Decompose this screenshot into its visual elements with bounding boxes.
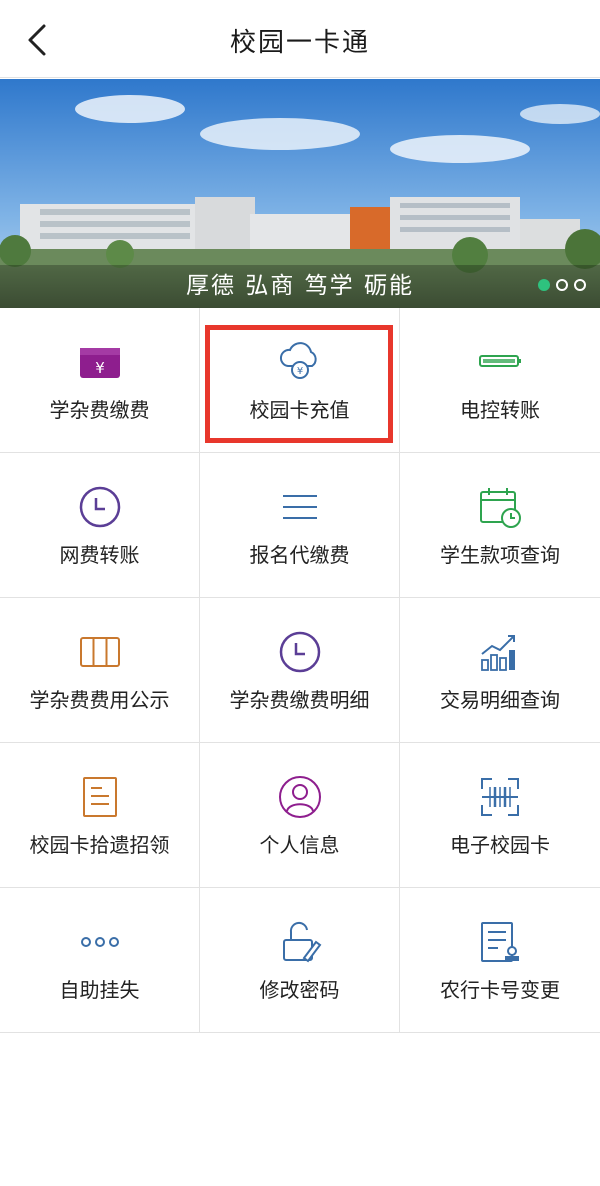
menu-label: 学生款项查询 — [440, 543, 560, 567]
registration-fee-button[interactable]: 报名代缴费 — [200, 453, 400, 598]
e-campus-card-button[interactable]: 电子校园卡 — [400, 743, 600, 888]
campus-banner[interactable]: 厚德 弘商 笃学 砺能 — [0, 79, 600, 308]
menu-label: 校园卡拾遗招领 — [29, 833, 170, 857]
menu-label: 校园卡充值 — [249, 398, 350, 422]
calendar-clock-icon — [480, 488, 521, 528]
menu-label: 电子校园卡 — [450, 833, 550, 857]
document-icon — [83, 777, 117, 817]
student-funds-query-button[interactable]: 学生款项查询 — [400, 453, 600, 598]
wallet-yen-icon: ¥ — [80, 348, 120, 378]
menu-label: 电控转账 — [460, 398, 540, 422]
payment-detail-button[interactable]: 学杂费缴费明细 — [200, 598, 400, 743]
menu-label: 学杂费费用公示 — [29, 688, 170, 712]
grid-row-4: 校园卡拾遗招领 个人信息 电子校园卡 — [0, 743, 600, 888]
growth-chart-icon — [481, 635, 515, 671]
card-recharge-button[interactable]: ¥ 校园卡充值 — [200, 308, 400, 453]
grid-row-2: 网费转账 报名代缴费 学生款项查询 — [0, 453, 600, 598]
menu-label: 个人信息 — [259, 833, 340, 857]
cloud-yen-icon: ¥ — [279, 342, 317, 379]
internet-fee-button[interactable]: 网费转账 — [0, 453, 200, 598]
menu-label: 农行卡号变更 — [440, 978, 560, 1002]
grid-row-3: 学杂费费用公示 学杂费缴费明细 交易明细查询 — [0, 598, 600, 743]
carousel-indicator[interactable] — [538, 279, 586, 291]
svg-text:¥: ¥ — [95, 359, 105, 377]
list-icon — [283, 495, 317, 519]
tuition-payment-button[interactable]: ¥ 学杂费缴费 — [0, 308, 200, 453]
report-loss-button[interactable]: 自助挂失 — [0, 888, 200, 1033]
banner-caption: 厚德 弘商 笃学 砺能 — [0, 265, 600, 308]
power-transfer-button[interactable]: 电控转账 — [400, 308, 600, 453]
carousel-dot-3[interactable] — [574, 279, 586, 291]
scan-icon — [481, 778, 519, 816]
menu-label: 学杂费缴费明细 — [229, 688, 370, 712]
menu-label: 网费转账 — [59, 543, 140, 567]
transaction-query-button[interactable]: 交易明细查询 — [400, 598, 600, 743]
carousel-dot-2[interactable] — [556, 279, 568, 291]
carousel-dot-1[interactable] — [538, 279, 550, 291]
user-icon — [279, 776, 321, 818]
battery-icon — [479, 355, 521, 367]
fee-notice-button[interactable]: 学杂费费用公示 — [0, 598, 200, 743]
change-password-button[interactable]: 修改密码 — [200, 888, 400, 1033]
grid-row-5: 自助挂失 修改密码 农行卡号变更 — [0, 888, 600, 1033]
menu-label: 报名代缴费 — [249, 543, 350, 567]
service-grid: ¥ 学杂费缴费 ¥ 校园卡充值 电控转账 网费转账 报名代缴费 学生款项查询 学… — [0, 308, 600, 1033]
svg-text:¥: ¥ — [297, 366, 303, 377]
abc-card-change-button[interactable]: 农行卡号变更 — [400, 888, 600, 1033]
top-nav-bar: 校园一卡通 — [0, 0, 600, 78]
clock-icon — [79, 486, 121, 528]
columns-icon — [80, 637, 120, 667]
page-title: 校园一卡通 — [229, 28, 370, 58]
more-dots-icon — [81, 937, 119, 947]
grid-row-1: ¥ 学杂费缴费 ¥ 校园卡充值 电控转账 — [0, 308, 600, 453]
menu-label: 自助挂失 — [59, 978, 140, 1002]
personal-info-button[interactable]: 个人信息 — [200, 743, 400, 888]
lost-found-button[interactable]: 校园卡拾遗招领 — [0, 743, 200, 888]
menu-label: 学杂费缴费 — [49, 398, 150, 422]
menu-label: 修改密码 — [259, 978, 340, 1002]
form-stamp-icon — [481, 922, 519, 962]
clock-icon — [279, 631, 321, 673]
menu-label: 交易明细查询 — [440, 688, 560, 712]
unlock-edit-icon — [283, 921, 322, 963]
